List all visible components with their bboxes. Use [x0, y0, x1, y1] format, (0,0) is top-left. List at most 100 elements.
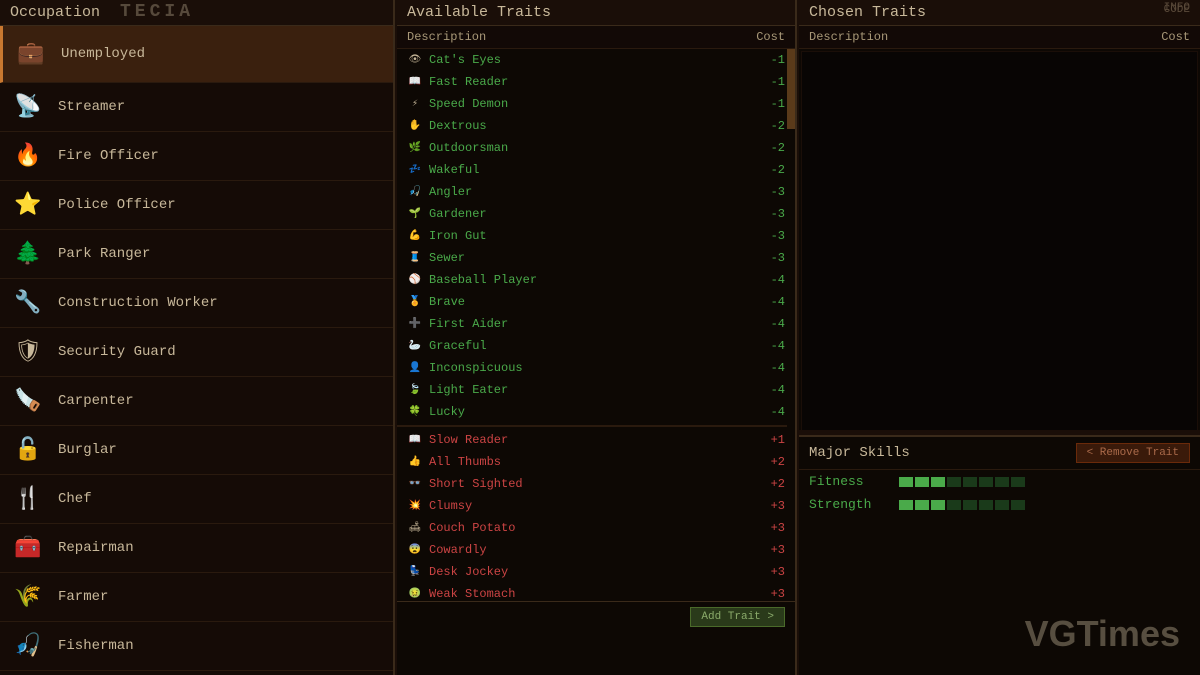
occupation-name-streamer: Streamer — [58, 99, 125, 115]
trait-item-iron-gut[interactable]: 💪Iron Gut-3 — [397, 225, 795, 247]
major-skills-title: Major Skills — [809, 445, 910, 461]
skill-bars-fitness — [899, 477, 1025, 487]
skill-bars-strength — [899, 500, 1025, 510]
chosen-traits-area — [801, 51, 1198, 431]
skill-bar — [915, 477, 929, 487]
remove-trait-button[interactable]: < Remove Trait — [1076, 443, 1190, 463]
skill-bar — [899, 500, 913, 510]
skill-row-strength: Strength — [799, 493, 1200, 516]
skill-bar — [979, 500, 993, 510]
trait-icon: 👍 — [407, 454, 423, 470]
trait-item-gardener[interactable]: 🌱Gardener-3 — [397, 203, 795, 225]
trait-cost: -4 — [755, 405, 785, 419]
trait-cost: +3 — [755, 565, 785, 579]
trait-name: Lucky — [429, 405, 755, 419]
farmer-icon: 🌾 — [10, 579, 46, 615]
occupation-name-park-ranger: Park Ranger — [58, 246, 150, 262]
occupation-item-unemployed[interactable]: 💼Unemployed — [0, 26, 393, 83]
occupation-item-construction-worker[interactable]: 🔧Construction Worker — [0, 279, 393, 328]
trait-item-couch-potato[interactable]: 🛋Couch Potato+3 — [397, 517, 795, 539]
trait-item-lucky[interactable]: 🍀Lucky-4 — [397, 401, 795, 423]
skill-row-fitness: Fitness — [799, 470, 1200, 493]
occupation-list: 💼Unemployed📡Streamer🔥Fire Officer⭐Police… — [0, 26, 393, 673]
occupation-item-police-officer[interactable]: ⭐Police Officer — [0, 181, 393, 230]
trait-item-angler[interactable]: 🎣Angler-3 — [397, 181, 795, 203]
occupation-name-security-guard: Security Guard — [58, 344, 176, 360]
trait-item-first-aider[interactable]: ➕First Aider-4 — [397, 313, 795, 335]
trait-cost: -3 — [755, 185, 785, 199]
occupation-item-fire-officer[interactable]: 🔥Fire Officer — [0, 132, 393, 181]
trait-item-all-thumbs[interactable]: 👍All Thumbs+2 — [397, 451, 795, 473]
trait-cost: -4 — [755, 383, 785, 397]
occupation-item-repairman[interactable]: 🧰Repairman — [0, 524, 393, 573]
occupation-item-farmer[interactable]: 🌾Farmer — [0, 573, 393, 622]
trait-name: Wakeful — [429, 163, 755, 177]
trait-item-outdoorsman[interactable]: 🌿Outdoorsman-2 — [397, 137, 795, 159]
occupation-panel: Occupation 💼Unemployed📡Streamer🔥Fire Off… — [0, 0, 395, 675]
trait-item-light-eater[interactable]: 🍃Light Eater-4 — [397, 379, 795, 401]
skill-bar — [931, 477, 945, 487]
trait-icon-baseball-player: ⚾ — [407, 272, 423, 288]
skill-bar — [963, 477, 977, 487]
skill-bar — [931, 500, 945, 510]
skill-bar — [979, 477, 993, 487]
occupation-item-fisherman[interactable]: 🎣Fisherman — [0, 622, 393, 671]
trait-item-brave[interactable]: 🏅Brave-4 — [397, 291, 795, 313]
trait-name: Sewer — [429, 251, 755, 265]
occupation-item-security-guard[interactable]: 🛡 Security Guard — [0, 328, 393, 377]
trait-name: Desk Jockey — [429, 565, 755, 579]
trait-scroll-thumb[interactable] — [787, 49, 795, 129]
available-traits-title: Available Traits — [397, 0, 795, 26]
trait-name: Iron Gut — [429, 229, 755, 243]
occupation-item-carpenter[interactable]: 🪚Carpenter — [0, 377, 393, 426]
info-label: INFO — [1164, 2, 1190, 14]
trait-name: Outdoorsman — [429, 141, 755, 155]
trait-item-dextrous[interactable]: ✋Dextrous-2 — [397, 115, 795, 137]
trait-name: Angler — [429, 185, 755, 199]
trait-item-inconspicuous[interactable]: 👤Inconspicuous-4 — [397, 357, 795, 379]
park-ranger-icon: 🌲 — [10, 236, 46, 272]
trait-item-sewer[interactable]: 🧵Sewer-3 — [397, 247, 795, 269]
occupation-item-chef[interactable]: 🍴Chef — [0, 475, 393, 524]
trait-icon: 🤢 — [407, 586, 423, 602]
trait-cost: -4 — [755, 317, 785, 331]
chosen-traits-title: Chosen Traits CODE — [799, 0, 1200, 26]
chosen-header: Description Cost — [799, 26, 1200, 49]
trait-icon-graceful: 🦢 — [407, 338, 423, 354]
trait-cost: -4 — [755, 339, 785, 353]
trait-item-short-sighted[interactable]: 👓Short Sighted+2 — [397, 473, 795, 495]
trait-item-graceful[interactable]: 🦢 Graceful-4 — [397, 335, 795, 357]
unemployed-icon: 💼 — [13, 36, 49, 72]
chosen-header-cost: Cost — [1161, 30, 1190, 44]
trait-item-wakeful[interactable]: 💤Wakeful-2 — [397, 159, 795, 181]
trait-item-slow-reader[interactable]: 📖Slow Reader+1 — [397, 429, 795, 451]
trait-name: Slow Reader — [429, 433, 755, 447]
trait-item-desk-jockey[interactable]: 💺 Desk Jockey+3 — [397, 561, 795, 583]
trait-scroll-track[interactable] — [787, 49, 795, 612]
trait-name: Couch Potato — [429, 521, 755, 535]
trait-name: Weak Stomach — [429, 587, 755, 601]
trait-item-speed-demon[interactable]: ⚡Speed Demon-1 — [397, 93, 795, 115]
trait-name: Light Eater — [429, 383, 755, 397]
occupation-item-park-ranger[interactable]: 🌲 Park Ranger — [0, 230, 393, 279]
occupation-name-fisherman: Fisherman — [58, 638, 134, 654]
occupation-item-burglar[interactable]: 🔓Burglar — [0, 426, 393, 475]
occupation-item-streamer[interactable]: 📡Streamer — [0, 83, 393, 132]
trait-item-fast-reader[interactable]: 📖Fast Reader-1 — [397, 71, 795, 93]
fire-officer-icon: 🔥 — [10, 138, 46, 174]
skill-bar — [915, 500, 929, 510]
add-trait-button[interactable]: Add Trait > — [690, 607, 785, 627]
trait-item-cowardly[interactable]: 😨Cowardly+3 — [397, 539, 795, 561]
security-guard-icon: 🛡 — [10, 334, 46, 370]
trait-icon: 💺 — [407, 564, 423, 580]
trait-item-baseball-player[interactable]: ⚾Baseball Player-4 — [397, 269, 795, 291]
occupation-name-repairman: Repairman — [58, 540, 134, 556]
occupation-name-chef: Chef — [58, 491, 92, 507]
trait-cost: -4 — [755, 361, 785, 375]
occupation-item-doctor[interactable]: ⚕Doctor — [0, 671, 393, 673]
skill-bar — [947, 477, 961, 487]
trait-item-clumsy[interactable]: 💥Clumsy+3 — [397, 495, 795, 517]
trait-icon-dextrous: ✋ — [407, 118, 423, 134]
trait-name: Graceful — [429, 339, 755, 353]
trait-item-cat's-eyes[interactable]: 👁Cat's Eyes-1 — [397, 49, 795, 71]
